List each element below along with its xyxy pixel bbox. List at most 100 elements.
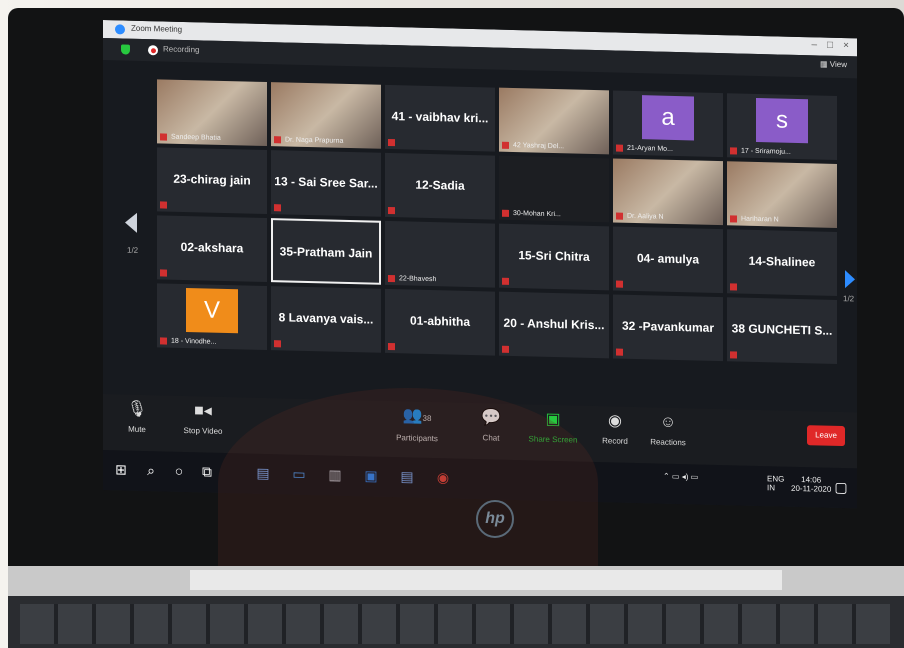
minimize-icon[interactable]: – bbox=[811, 39, 817, 50]
participant-tile[interactable]: 42 Yashraj Del... bbox=[499, 87, 609, 155]
participant-name: Hariharan N bbox=[741, 215, 779, 224]
clock[interactable]: 14:06 20-11-2020 bbox=[791, 475, 831, 494]
participant-tile[interactable]: 20 - Anshul Kris... bbox=[499, 291, 609, 359]
participant-tile[interactable]: 12-Sadia bbox=[385, 152, 495, 220]
task-view-icon[interactable]: ⧉ bbox=[197, 461, 217, 481]
view-button[interactable]: ▦ View bbox=[820, 60, 847, 70]
participant-tile[interactable]: 30-Mohan Kri... bbox=[499, 155, 609, 223]
participant-tile[interactable]: 23-chirag jain bbox=[157, 147, 267, 215]
participant-tile[interactable]: 38 GUNCHETI S... bbox=[727, 297, 837, 364]
stop-video-button[interactable]: ■◂ Stop Video bbox=[173, 402, 233, 436]
search-icon[interactable]: ⌕ bbox=[141, 460, 161, 480]
participant-tile[interactable]: 02-akshara bbox=[157, 215, 267, 283]
avatar: V bbox=[186, 288, 238, 334]
participant-tile[interactable]: Dr. Naga Prapurna bbox=[271, 82, 381, 149]
recording-label: Recording bbox=[163, 44, 200, 55]
participant-name: 20 - Anshul Kris... bbox=[503, 315, 605, 333]
video-camera-icon: ■◂ bbox=[194, 402, 212, 420]
record-button[interactable]: ◉ Record bbox=[595, 412, 635, 446]
cortana-icon[interactable]: ○ bbox=[169, 461, 189, 481]
language-indicator[interactable]: ENG IN bbox=[767, 474, 784, 492]
participant-name: 35-Pratham Jain bbox=[279, 244, 373, 261]
active-speaker-tile[interactable]: 35-Pratham Jain bbox=[271, 218, 381, 285]
participant-name: 14-Shalinee bbox=[748, 253, 816, 270]
close-icon[interactable]: × bbox=[843, 40, 849, 51]
microphone-icon: 🎙 bbox=[126, 400, 148, 419]
muted-mic-icon bbox=[160, 201, 167, 209]
muted-mic-icon bbox=[502, 345, 509, 353]
participant-name: 18 - Vinodhe... bbox=[171, 337, 217, 346]
lang-label: ENG bbox=[767, 474, 785, 484]
participant-name: 15-Sri Chitra bbox=[518, 248, 590, 264]
muted-mic-icon bbox=[388, 206, 395, 215]
participant-name: Dr. Naga Prapurna bbox=[285, 136, 344, 145]
participant-name: 32 -Pavankumar bbox=[621, 318, 715, 335]
participant-name: 22-Bhavesh bbox=[399, 275, 437, 284]
windows-start-icon[interactable]: ⊞ bbox=[111, 459, 131, 479]
participant-tile[interactable]: s 17 - Sriramoju... bbox=[727, 93, 837, 160]
participant-tile[interactable]: 41 - vaibhav kri... bbox=[385, 84, 495, 152]
participant-name: 8 Lavanya vais... bbox=[278, 310, 374, 327]
time-label: 14:06 bbox=[801, 475, 822, 485]
participant-name: 01-abhitha bbox=[409, 313, 470, 329]
participant-name: 21-Aryan Mo... bbox=[627, 144, 673, 153]
participant-tile[interactable]: a 21-Aryan Mo... bbox=[613, 90, 723, 158]
view-label: View bbox=[829, 59, 847, 70]
muted-mic-icon bbox=[160, 269, 167, 277]
participant-name: 17 - Sriramoju... bbox=[741, 147, 791, 156]
hp-logo-icon: hp bbox=[476, 500, 514, 538]
avatar: a bbox=[642, 95, 694, 141]
participant-tile[interactable]: 13 - Sai Sree Sar... bbox=[271, 150, 381, 217]
participant-tile[interactable]: 32 -Pavankumar bbox=[613, 294, 723, 362]
tray-icons[interactable]: ⌃ ▭ ◂) ▭ bbox=[663, 472, 698, 482]
prev-page-arrow-icon[interactable] bbox=[125, 212, 137, 233]
participant-name: 42 Yashraj Del... bbox=[513, 142, 565, 151]
participant-tile[interactable]: 01-abhitha bbox=[385, 288, 495, 356]
participant-name: 38 GUNCHETI S... bbox=[731, 321, 833, 338]
mute-label: Mute bbox=[128, 424, 146, 435]
participant-name: Sandeep Bhatia bbox=[171, 133, 221, 142]
participant-name: Dr. Aaliya N bbox=[627, 212, 664, 221]
muted-mic-icon bbox=[730, 283, 737, 291]
reactions-button[interactable]: ☺ Reactions bbox=[643, 413, 693, 448]
zoom-logo-icon bbox=[115, 24, 125, 35]
participant-name: 23-chirag jain bbox=[173, 171, 251, 188]
muted-mic-icon bbox=[274, 136, 281, 144]
muted-mic-icon bbox=[274, 204, 281, 212]
participant-tile[interactable]: 8 Lavanya vais... bbox=[271, 286, 381, 353]
maximize-icon[interactable]: □ bbox=[827, 40, 833, 51]
participant-tile[interactable]: 04- amulya bbox=[613, 226, 723, 294]
participant-name: 41 - vaibhav kri... bbox=[391, 109, 489, 126]
stop-video-label: Stop Video bbox=[183, 425, 223, 436]
muted-mic-icon bbox=[730, 351, 737, 359]
participant-name: 04- amulya bbox=[636, 251, 700, 267]
region-label: IN bbox=[767, 483, 775, 493]
participant-tile[interactable]: Sandeep Bhatia bbox=[157, 79, 267, 147]
participant-name: 13 - Sai Sree Sar... bbox=[274, 174, 378, 191]
participant-tile[interactable]: Hariharan N bbox=[727, 161, 837, 228]
window-title: Zoom Meeting bbox=[131, 23, 183, 34]
muted-mic-icon bbox=[502, 277, 509, 285]
record-icon: ◉ bbox=[608, 412, 622, 430]
muted-mic-icon bbox=[616, 280, 623, 288]
muted-mic-icon bbox=[616, 144, 623, 152]
muted-mic-icon bbox=[616, 348, 623, 356]
muted-mic-icon bbox=[388, 274, 395, 283]
muted-mic-icon bbox=[502, 141, 509, 149]
participant-tile[interactable]: Dr. Aaliya N bbox=[613, 158, 723, 226]
participant-tile[interactable]: 14-Shalinee bbox=[727, 229, 837, 296]
mute-button[interactable]: 🎙 Mute bbox=[117, 400, 157, 434]
page-indicator-left: 1/2 bbox=[127, 245, 139, 255]
leave-button[interactable]: Leave bbox=[807, 425, 845, 447]
participant-tile[interactable]: 15-Sri Chitra bbox=[499, 223, 609, 291]
security-shield-icon[interactable] bbox=[121, 44, 130, 55]
muted-mic-icon bbox=[502, 209, 509, 217]
gallery-grid: Sandeep Bhatia Dr. Naga Prapurna 41 - va… bbox=[157, 79, 847, 396]
participant-tile[interactable]: V 18 - Vinodhe... bbox=[157, 283, 267, 351]
reactions-icon: ☺ bbox=[659, 413, 677, 432]
participant-tile[interactable]: 22-Bhavesh bbox=[385, 220, 495, 288]
record-label: Record bbox=[602, 436, 628, 446]
notification-icon[interactable]: ▢ bbox=[831, 477, 851, 497]
recording-icon bbox=[148, 45, 158, 56]
participant-name: 30-Mohan Kri... bbox=[513, 210, 561, 219]
